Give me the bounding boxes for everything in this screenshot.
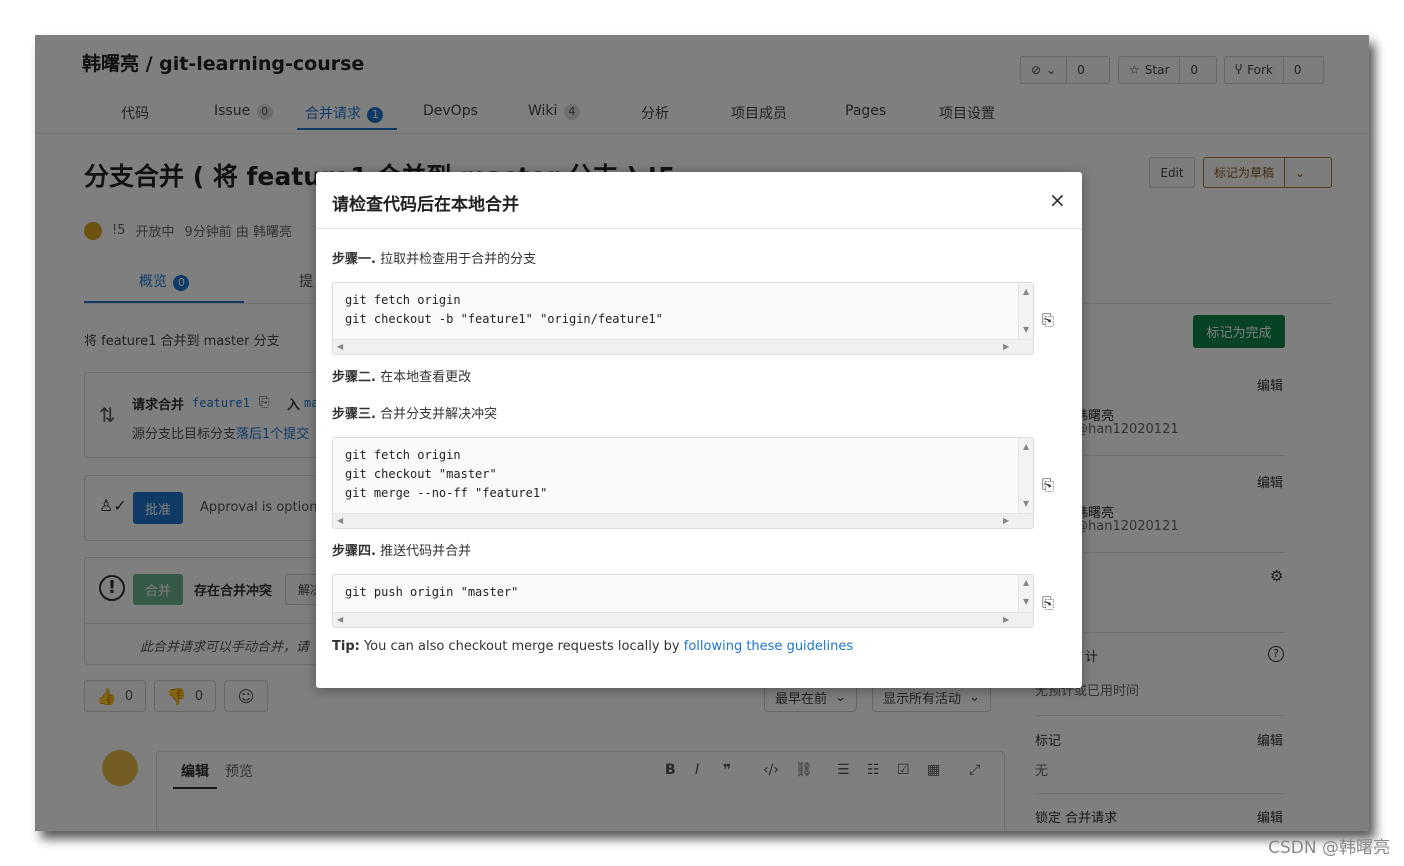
horizontal-scrollbar[interactable]: ◀ ▶ (333, 612, 1033, 627)
tip-text: Tip: You can also checkout merge request… (332, 639, 853, 654)
step4-title: 步骤四. 推送代码并合并 (332, 540, 471, 559)
vertical-scrollbar[interactable]: ▲ ▼ (1018, 283, 1033, 341)
watermark: CSDN @韩曙亮 (1268, 838, 1390, 858)
close-icon[interactable]: × (1049, 188, 1066, 212)
step-text: 推送代码并合并 (380, 544, 472, 559)
code-text: git fetch origin git checkout "master" g… (345, 448, 548, 500)
step-label: 步骤二. (332, 370, 376, 385)
scroll-left-icon[interactable]: ◀ (337, 516, 343, 525)
step-text: 拉取并检查用于合并的分支 (380, 252, 537, 267)
scroll-right-icon[interactable]: ▶ (1003, 342, 1009, 351)
code-block-step3[interactable]: git fetch origin git checkout "master" g… (332, 437, 1034, 529)
step-label: 步骤三. (332, 407, 376, 422)
code-text: git push origin "master" (345, 585, 519, 599)
step3-title: 步骤三. 合并分支并解决冲突 (332, 403, 497, 422)
step-label: 步骤一. (332, 252, 376, 267)
code-text: git fetch origin git checkout -b "featur… (345, 293, 663, 326)
scroll-left-icon[interactable]: ◀ (337, 342, 343, 351)
vertical-scrollbar[interactable]: ▲ ▼ (1018, 438, 1033, 515)
scroll-up-icon[interactable]: ▲ (1023, 287, 1029, 296)
tip-label: Tip: (332, 639, 360, 654)
scroll-right-icon[interactable]: ▶ (1003, 615, 1009, 624)
scroll-down-icon[interactable]: ▼ (1023, 499, 1029, 508)
modal-title: 请检查代码后在本地合并 (332, 195, 519, 215)
vertical-scrollbar[interactable]: ▲ ▼ (1018, 575, 1033, 614)
step1-title: 步骤一. 拉取并检查用于合并的分支 (332, 248, 536, 267)
copy-icon[interactable]: ⎘ (1042, 594, 1054, 612)
scroll-up-icon[interactable]: ▲ (1023, 442, 1029, 451)
copy-icon[interactable]: ⎘ (1042, 476, 1054, 494)
copy-icon[interactable]: ⎘ (1042, 311, 1054, 329)
scroll-left-icon[interactable]: ◀ (337, 615, 343, 624)
step2-title: 步骤二. 在本地查看更改 (332, 366, 471, 385)
step-text: 合并分支并解决冲突 (380, 407, 498, 422)
step-label: 步骤四. (332, 544, 376, 559)
scroll-down-icon[interactable]: ▼ (1023, 325, 1029, 334)
horizontal-scrollbar[interactable]: ◀ ▶ (333, 513, 1033, 528)
step-text: 在本地查看更改 (380, 370, 472, 385)
app-window: 韩曙亮 / git-learning-course 代码 Issue 0 合并请… (35, 35, 1369, 831)
scroll-right-icon[interactable]: ▶ (1003, 516, 1009, 525)
horizontal-scrollbar[interactable]: ◀ ▶ (333, 339, 1033, 354)
code-block-step1[interactable]: git fetch origin git checkout -b "featur… (332, 282, 1034, 355)
guidelines-link[interactable]: following these guidelines (684, 639, 853, 654)
divider (316, 228, 1082, 229)
scroll-up-icon[interactable]: ▲ (1023, 578, 1029, 587)
local-merge-modal: 请检查代码后在本地合并 × 步骤一. 拉取并检查用于合并的分支 git fetc… (316, 172, 1082, 688)
tip-body: You can also checkout merge requests loc… (363, 639, 680, 654)
code-block-step4[interactable]: git push origin "master" ▲ ▼ ◀ ▶ (332, 574, 1034, 628)
scroll-down-icon[interactable]: ▼ (1023, 597, 1029, 606)
